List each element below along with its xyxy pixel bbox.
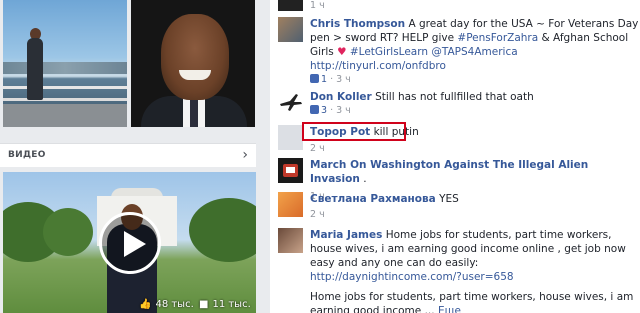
comment-meta: 1 · 3 ч bbox=[310, 73, 640, 87]
comment-author[interactable]: March On Washington Against The Illegal … bbox=[310, 159, 588, 185]
comment-icon: ■ bbox=[199, 299, 209, 310]
video-likes[interactable]: 👍 48 тыс. bbox=[139, 299, 194, 310]
comment-meta: 1 ч bbox=[310, 0, 640, 13]
portrait-tie bbox=[190, 98, 198, 127]
highlight-box bbox=[302, 122, 406, 141]
video-thumbnail[interactable]: 👍 48 тыс. ■ 11 тыс. bbox=[3, 172, 256, 313]
phone-icon bbox=[283, 164, 298, 177]
video-tree bbox=[189, 198, 256, 262]
comment-body: Chris Thompson A great day for the USA ~… bbox=[310, 17, 640, 87]
comment-time[interactable]: 2 ч bbox=[310, 209, 325, 220]
heart-icon: ♥ bbox=[337, 46, 347, 58]
comment-author[interactable]: Светлана Рахманова bbox=[310, 193, 436, 205]
photo-rail bbox=[3, 98, 127, 101]
comment-body: Светлана Рахманова YES 2 ч bbox=[310, 192, 640, 222]
comment-text: . bbox=[363, 173, 367, 185]
comment-author[interactable]: Chris Thompson bbox=[310, 18, 405, 30]
hashtag-link[interactable]: #PensForZahra bbox=[457, 32, 538, 44]
thumbs-up-icon bbox=[310, 105, 319, 114]
url-link[interactable]: http://tinyurl.com/onfdbro bbox=[310, 60, 446, 72]
photo-thumbnail-ship[interactable] bbox=[3, 0, 127, 127]
like-count[interactable]: 1 bbox=[321, 74, 327, 85]
video-section-title: ВИДЕО bbox=[8, 150, 46, 160]
hashtag-link[interactable]: #LetGirlsLearn bbox=[350, 46, 428, 58]
thumbs-up-icon: 👍 bbox=[139, 299, 152, 310]
comment-item: 1 ч bbox=[278, 0, 638, 12]
url-link[interactable]: http://daynightincome.com/?user=658 bbox=[310, 271, 514, 283]
avatar[interactable] bbox=[278, 228, 303, 253]
comment-text: Home jobs for students, part time worker… bbox=[310, 291, 634, 313]
comment-author[interactable]: Maria James bbox=[310, 229, 382, 241]
avatar[interactable] bbox=[278, 158, 303, 183]
comment-meta: 2 ч bbox=[310, 208, 640, 222]
avatar[interactable] bbox=[278, 90, 303, 115]
comment-time[interactable]: 1 ч bbox=[310, 0, 325, 11]
see-more-link[interactable]: Еще bbox=[438, 305, 461, 313]
mention-link[interactable]: @TAPS4America bbox=[431, 46, 517, 58]
comment-time[interactable]: 2 ч bbox=[310, 143, 325, 154]
video-comments-count: 11 тыс. bbox=[212, 299, 251, 310]
comment-body: Maria James Home jobs for students, part… bbox=[310, 228, 640, 313]
video-likes-count: 48 тыс. bbox=[155, 299, 194, 310]
thumbs-up-icon bbox=[310, 74, 319, 83]
chevron-right-icon[interactable]: › bbox=[242, 147, 248, 163]
play-button-icon[interactable] bbox=[99, 212, 161, 274]
avatar[interactable] bbox=[278, 192, 303, 217]
comment-meta: 2 ч bbox=[310, 142, 640, 156]
avatar[interactable] bbox=[278, 0, 303, 11]
comment-body: Don Koller Still has not fullfilled that… bbox=[310, 90, 640, 118]
comment-time[interactable]: 3 ч bbox=[336, 105, 351, 116]
photo-deck bbox=[3, 104, 127, 127]
comment-time[interactable]: 3 ч bbox=[336, 74, 351, 85]
avatar[interactable] bbox=[278, 125, 303, 150]
left-column: ВИДЕО › 👍 48 тыс. ■ 11 тыс. bbox=[0, 0, 266, 313]
like-count[interactable]: 3 bbox=[321, 105, 327, 116]
photo-mountains bbox=[3, 62, 127, 74]
photo-thumbnail-portrait[interactable] bbox=[131, 0, 255, 127]
comment-meta: 3 · 3 ч bbox=[310, 104, 640, 118]
comment-text-continued: Home jobs for students, part time worker… bbox=[310, 290, 640, 313]
comment-text: Still has not fullfilled that oath bbox=[375, 91, 534, 103]
airplane-icon bbox=[280, 94, 302, 111]
video-comments[interactable]: ■ 11 тыс. bbox=[199, 299, 251, 310]
avatar[interactable] bbox=[278, 17, 303, 42]
photo-rail bbox=[3, 86, 127, 89]
comments-panel: 1 ч Chris Thompson A great day for the U… bbox=[270, 0, 640, 313]
portrait-face bbox=[161, 14, 229, 100]
comment-author[interactable]: Don Koller bbox=[310, 91, 372, 103]
video-tree bbox=[43, 208, 93, 256]
comment-text: YES bbox=[439, 193, 459, 205]
video-section-header[interactable]: ВИДЕО › bbox=[0, 143, 256, 167]
portrait-smile bbox=[179, 70, 211, 80]
photo-person bbox=[27, 38, 43, 100]
